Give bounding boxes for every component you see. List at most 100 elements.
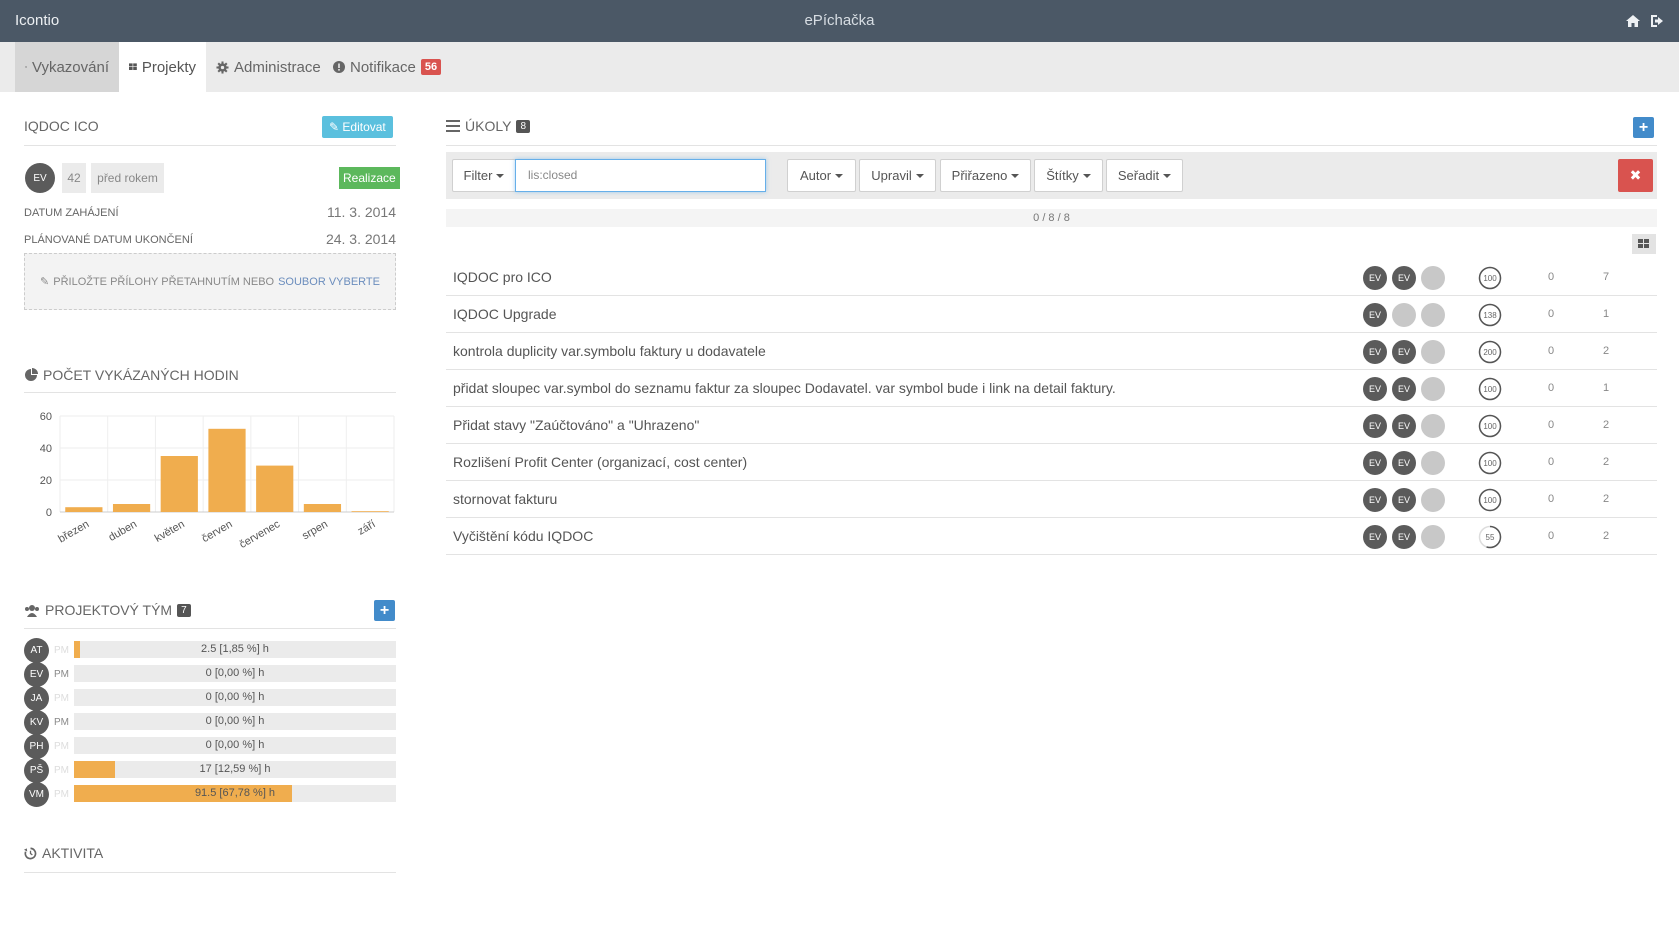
- task-name[interactable]: IQDOC pro ICO: [453, 269, 552, 285]
- avatar[interactable]: PŠ: [24, 758, 49, 783]
- task-row[interactable]: stornovat fakturu EV EV 100 0 2: [446, 481, 1657, 518]
- team-count-badge: 7: [177, 603, 191, 617]
- avatar[interactable]: EV: [1392, 377, 1416, 401]
- sort-dropdown[interactable]: Seřadit: [1106, 159, 1183, 192]
- avatar[interactable]: EV: [1363, 266, 1387, 290]
- task-name[interactable]: Vyčištění kódu IQDOC: [453, 528, 593, 544]
- divider: [24, 628, 396, 629]
- dropdown-label: Autor: [799, 168, 832, 183]
- task-stat-a: 0: [1547, 530, 1555, 542]
- avatar-placeholder: [1421, 488, 1445, 512]
- select-file-link[interactable]: SOUBOR VYBERTE: [278, 276, 380, 288]
- x-tick-label: červenec: [238, 518, 283, 551]
- home-icon[interactable]: [1625, 13, 1641, 29]
- chart-bar: [112, 504, 151, 512]
- avatar[interactable]: EV: [1392, 525, 1416, 549]
- avatar[interactable]: EV: [1363, 340, 1387, 364]
- avatar[interactable]: KV: [24, 710, 49, 735]
- task-stat-b: 2: [1602, 493, 1610, 505]
- end-date-value: 24. 3. 2014: [325, 231, 396, 247]
- edit-button[interactable]: ✎ Editovat: [322, 116, 393, 138]
- tab-label: Notifikace: [350, 58, 416, 76]
- divider: [24, 392, 396, 393]
- tasks-count-badge: 8: [516, 119, 530, 133]
- hours-bar-chart: 0 20 40 60 březen duben květen červen červenec sr…: [40, 411, 395, 551]
- progress-circle: 138: [1478, 303, 1502, 327]
- chart-bar: [208, 428, 246, 512]
- task-row[interactable]: Vyčištění kódu IQDOC EV EV 55 0 2: [446, 518, 1657, 555]
- filter-dropdown[interactable]: Filter: [452, 159, 516, 192]
- task-row[interactable]: IQDOC Upgrade EV 138 0 1: [446, 296, 1657, 333]
- tags-dropdown[interactable]: Štítky: [1034, 159, 1103, 192]
- activity-title: AKTIVITA: [42, 845, 104, 861]
- paperclip-icon: ✎: [40, 276, 50, 288]
- avatar[interactable]: EV: [1392, 451, 1416, 475]
- avatar[interactable]: EV: [1392, 414, 1416, 438]
- attachment-dropzone[interactable]: ✎ PŘILOŽTE PŘÍLOHY PŘETAHNUTÍM NEBO SOUB…: [24, 253, 396, 310]
- chart-bar: [351, 511, 389, 512]
- avatar-placeholder: [1421, 340, 1445, 364]
- tasks-icon: [446, 120, 460, 132]
- history-icon: [24, 847, 37, 859]
- add-member-button[interactable]: +: [374, 600, 395, 621]
- avatar[interactable]: EV: [1392, 488, 1416, 512]
- task-name[interactable]: stornovat fakturu: [453, 491, 557, 507]
- avatar[interactable]: EV: [1363, 377, 1387, 401]
- avatar-placeholder: [1421, 525, 1445, 549]
- caret-down-icon: [1082, 173, 1091, 178]
- task-stat-b: 2: [1602, 456, 1610, 468]
- filter-input[interactable]: lis:closed: [515, 159, 766, 192]
- avatar[interactable]: JA: [24, 686, 49, 711]
- progress-value: 100: [1483, 385, 1497, 394]
- task-name[interactable]: kontrola duplicity var.symbolu faktury u…: [453, 343, 766, 359]
- avatar[interactable]: EV: [1363, 303, 1387, 327]
- x-tick-label: květen: [153, 518, 187, 545]
- team-member-row: JA PM 0 [0,00 %] h: [24, 686, 396, 711]
- member-role: PM: [54, 693, 69, 704]
- task-counter: 0 / 8 / 8: [446, 209, 1657, 227]
- sign-out-icon[interactable]: [1649, 13, 1665, 29]
- task-name[interactable]: Rozlišení Profit Center (organizací, cos…: [453, 454, 747, 470]
- task-stat-a: 0: [1547, 493, 1555, 505]
- task-stat-a: 0: [1547, 419, 1555, 431]
- avatar[interactable]: EV: [1363, 525, 1387, 549]
- avatar[interactable]: EV: [1363, 488, 1387, 512]
- pie-chart-icon: [25, 368, 38, 381]
- clear-filter-button[interactable]: ✖: [1618, 159, 1653, 192]
- hours-progress-bar: 0 [0,00 %] h: [74, 665, 396, 682]
- tab-projekty[interactable]: Projekty: [119, 42, 206, 92]
- add-task-button[interactable]: +: [1633, 117, 1654, 138]
- task-name[interactable]: IQDOC Upgrade: [453, 306, 556, 322]
- task-row[interactable]: Rozlišení Profit Center (organizací, cos…: [446, 444, 1657, 481]
- avatar-placeholder: [1421, 451, 1445, 475]
- tasks-title: ÚKOLY: [465, 118, 512, 134]
- tab-administrace[interactable]: Administrace: [206, 42, 331, 92]
- grid-view-button[interactable]: [1632, 234, 1656, 254]
- task-row[interactable]: IQDOC pro ICO EV EV 100 0 7: [446, 259, 1657, 296]
- tab-vykazovani[interactable]: Vykazování: [15, 42, 119, 92]
- avatar[interactable]: PH: [24, 734, 49, 759]
- avatar[interactable]: AT: [24, 638, 49, 663]
- avatar[interactable]: EV: [25, 163, 55, 193]
- task-name[interactable]: Přidat stavy "Zaúčtováno" a "Uhrazeno": [453, 417, 699, 433]
- avatar[interactable]: EV: [1392, 266, 1416, 290]
- avatar[interactable]: EV: [1363, 414, 1387, 438]
- avatar[interactable]: EV: [1363, 451, 1387, 475]
- task-row[interactable]: kontrola duplicity var.symbolu faktury u…: [446, 333, 1657, 370]
- task-row[interactable]: přidat sloupec var.symbol do seznamu fak…: [446, 370, 1657, 407]
- top-bar: Icontio ePíchačka: [0, 0, 1679, 42]
- team-title: PROJEKTOVÝ TÝM: [45, 602, 173, 618]
- progress-circle: 100: [1478, 488, 1502, 512]
- assigned-dropdown[interactable]: Přiřazeno: [940, 159, 1031, 192]
- task-row[interactable]: Přidat stavy "Zaúčtováno" a "Uhrazeno" EV…: [446, 407, 1657, 444]
- tab-label: Administrace: [234, 58, 321, 76]
- modified-by-dropdown[interactable]: Upravil: [859, 159, 936, 192]
- member-hours: 0 [0,00 %] h: [205, 739, 265, 751]
- tab-notifikace[interactable]: Notifikace 56: [323, 42, 451, 92]
- avatar[interactable]: EV: [24, 662, 49, 687]
- author-dropdown[interactable]: Autor: [787, 159, 856, 192]
- avatar[interactable]: EV: [1392, 340, 1416, 364]
- member-hours: 0 [0,00 %] h: [205, 715, 265, 727]
- avatar[interactable]: VM: [24, 782, 49, 807]
- task-name[interactable]: přidat sloupec var.symbol do seznamu fak…: [453, 380, 1116, 396]
